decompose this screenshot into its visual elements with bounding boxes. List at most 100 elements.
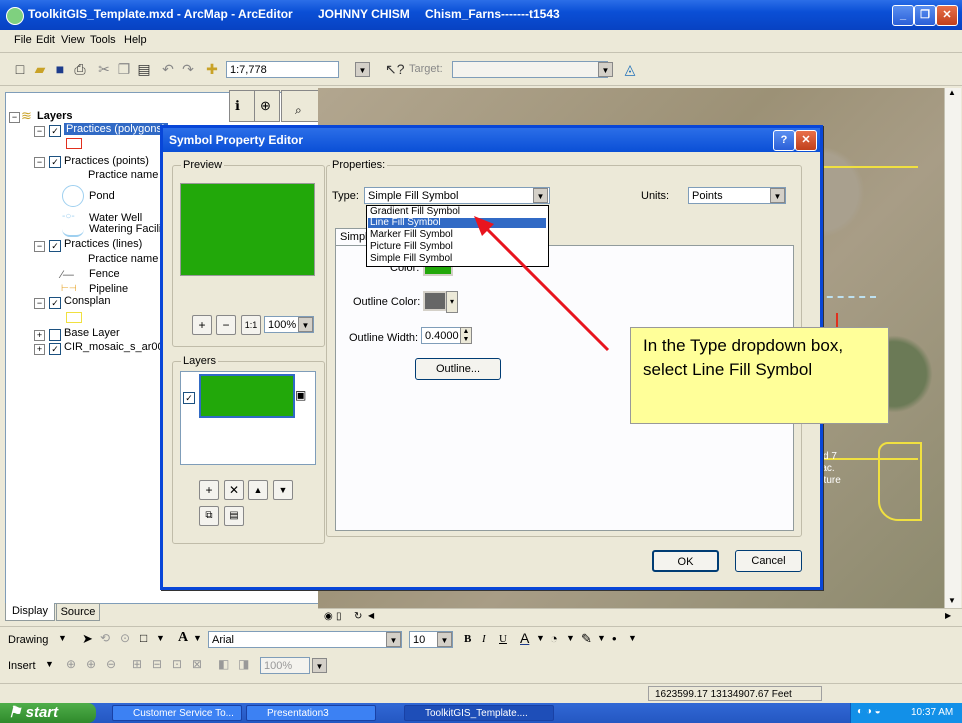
save-icon[interactable]: ■ bbox=[52, 61, 68, 77]
data-view-icon[interactable]: ◉ bbox=[324, 611, 333, 622]
move-layer-down-button[interactable]: ▼ bbox=[273, 480, 293, 500]
consplan-collapse-icon[interactable]: − bbox=[34, 298, 45, 309]
open-folder-icon[interactable]: ▰ bbox=[32, 61, 48, 77]
toc-item-practices-points[interactable]: Practices (points) bbox=[64, 155, 149, 167]
points-checkbox[interactable]: ✓ bbox=[49, 156, 61, 168]
editor-icon[interactable]: ◬ bbox=[622, 61, 638, 77]
print-icon[interactable]: ⎙ bbox=[72, 61, 88, 77]
layer-visible-checkbox[interactable]: ✓ bbox=[183, 392, 195, 404]
consplan-checkbox[interactable]: ✓ bbox=[49, 297, 61, 309]
previous-extent-icon[interactable]: ◧ bbox=[218, 657, 229, 671]
copy-layer-button[interactable]: ⧉ bbox=[199, 506, 219, 526]
cancel-button[interactable]: Cancel bbox=[735, 550, 802, 572]
points-collapse-icon[interactable]: − bbox=[34, 157, 45, 168]
layer-properties-icon[interactable]: ▣ bbox=[295, 388, 306, 402]
paste-icon[interactable]: ▤ bbox=[136, 61, 152, 77]
cir-mosaic-expand-icon[interactable]: + bbox=[34, 344, 45, 355]
font-size-arrow[interactable]: ▼ bbox=[437, 632, 452, 647]
preview-zoom-in-button[interactable]: + bbox=[192, 315, 212, 335]
outline-button[interactable]: Outline... bbox=[415, 358, 501, 380]
scroll-up-icon[interactable]: ▲ bbox=[948, 88, 956, 97]
layout-zoom-select[interactable]: 100% bbox=[260, 657, 310, 674]
task-presentation[interactable]: Presentation3 bbox=[246, 705, 376, 721]
delete-layer-button[interactable]: ✕ bbox=[224, 480, 244, 500]
target-select[interactable] bbox=[452, 61, 608, 78]
pipeline-symbol-icon[interactable]: ⊢⊣ bbox=[61, 283, 77, 294]
outline-width-input[interactable]: 0.4000 bbox=[421, 327, 461, 344]
line-color-icon[interactable]: ✎ bbox=[581, 631, 592, 647]
zoom-whole-page-icon[interactable]: ⊕ bbox=[66, 657, 76, 671]
pond-symbol-icon[interactable] bbox=[62, 185, 84, 207]
base-layer-expand-icon[interactable]: + bbox=[34, 330, 45, 341]
lines-collapse-icon[interactable]: − bbox=[34, 241, 45, 252]
move-layer-up-button[interactable]: ▲ bbox=[248, 480, 268, 500]
target-dropdown-arrow[interactable]: ▼ bbox=[598, 62, 613, 77]
toc-item-base-layer[interactable]: Base Layer bbox=[64, 327, 120, 339]
consplan-symbol-icon[interactable] bbox=[66, 312, 82, 323]
task-toolkitgis[interactable]: ToolkitGIS_Template.... bbox=[404, 705, 554, 721]
italic-button[interactable]: I bbox=[482, 633, 486, 645]
marker-color-icon[interactable]: • bbox=[612, 631, 617, 646]
rotate-icon[interactable]: ⟲ bbox=[100, 631, 110, 645]
scroll-down-icon[interactable]: ▼ bbox=[948, 596, 956, 605]
marker-color-arrow-icon[interactable]: ▼ bbox=[628, 633, 637, 643]
scroll-left-icon[interactable]: ◀ bbox=[368, 611, 374, 620]
zoom-in-icon[interactable]: ⊕ bbox=[260, 98, 271, 114]
font-dropdown-arrow[interactable]: ▼ bbox=[386, 632, 401, 647]
underline-button[interactable]: U bbox=[499, 633, 507, 645]
font-color-icon[interactable]: A bbox=[520, 630, 529, 646]
layer-swatch[interactable] bbox=[199, 374, 295, 418]
map-vertical-scrollbar[interactable]: ▲ ▼ bbox=[944, 88, 961, 608]
dialog-help-button[interactable]: ? bbox=[773, 130, 795, 151]
menu-edit[interactable]: Edit bbox=[36, 34, 55, 46]
magnifier-icon[interactable]: ⌕ bbox=[295, 103, 302, 118]
fill-color-icon[interactable]: ◔ bbox=[550, 631, 558, 646]
toc-item-cir-mosaic[interactable]: CIR_mosaic_s_ar00 bbox=[64, 341, 164, 353]
preview-zoom-arrow[interactable]: ▼ bbox=[298, 317, 313, 332]
menu-view[interactable]: View bbox=[61, 34, 85, 46]
next-extent-icon[interactable]: ◨ bbox=[238, 657, 249, 671]
tray-icons[interactable]: ◐ ◑ ◒ bbox=[857, 706, 881, 717]
zoom-page-icon[interactable]: ⊙ bbox=[120, 631, 130, 645]
whats-this-icon[interactable]: ↖? bbox=[385, 61, 405, 77]
rectangle-arrow-icon[interactable]: ▼ bbox=[156, 633, 165, 643]
polygons-checkbox[interactable]: ✓ bbox=[49, 125, 61, 137]
fixed-zoom-out-icon[interactable]: ⊟ bbox=[152, 657, 162, 671]
tab-source[interactable]: Source bbox=[56, 603, 100, 621]
close-button[interactable]: ✕ bbox=[936, 5, 958, 26]
full-extent-icon[interactable]: ⊡ bbox=[172, 657, 182, 671]
fence-symbol-icon[interactable]: ⁄— bbox=[61, 269, 74, 281]
drawing-menu-arrow-icon[interactable]: ▼ bbox=[58, 633, 67, 643]
preview-actual-size-button[interactable]: 1:1 bbox=[241, 315, 261, 335]
copy-icon[interactable]: ❐ bbox=[116, 61, 132, 77]
layers-list[interactable]: ✓ ▣ bbox=[180, 371, 316, 465]
base-layer-checkbox[interactable] bbox=[49, 329, 61, 341]
line-color-arrow-icon[interactable]: ▼ bbox=[597, 633, 606, 643]
outline-color-swatch[interactable] bbox=[423, 291, 447, 311]
cut-icon[interactable]: ✂ bbox=[96, 61, 112, 77]
type-select[interactable]: Simple Fill Symbol bbox=[364, 187, 550, 204]
new-document-icon[interactable]: □ bbox=[12, 61, 28, 77]
toc-item-practices-lines[interactable]: Practices (lines) bbox=[64, 238, 142, 250]
zoom-out-page-icon[interactable]: ⊖ bbox=[106, 657, 116, 671]
add-data-icon[interactable]: ✚ bbox=[204, 61, 220, 77]
fill-color-arrow-icon[interactable]: ▼ bbox=[566, 633, 575, 643]
layout-view-icon[interactable]: ▯ bbox=[336, 611, 342, 622]
font-color-arrow-icon[interactable]: ▼ bbox=[536, 633, 545, 643]
map-horizontal-scrollbar[interactable]: ◉ ▯ ↻ ◀ ▶ bbox=[318, 608, 962, 626]
tab-display[interactable]: Display bbox=[5, 603, 55, 621]
zoom-in-page-icon[interactable]: ⊕ bbox=[86, 657, 96, 671]
scroll-right-icon[interactable]: ▶ bbox=[945, 611, 951, 620]
select-elements-icon[interactable]: ➤ bbox=[82, 631, 93, 647]
identify-icon[interactable]: ℹ bbox=[235, 98, 240, 114]
font-select[interactable]: Arial bbox=[208, 631, 402, 648]
polygon-symbol-icon[interactable] bbox=[66, 138, 82, 149]
add-layer-button[interactable]: + bbox=[199, 480, 219, 500]
watering-facility-symbol-icon[interactable] bbox=[62, 227, 84, 237]
zoom-100-icon[interactable]: ⊠ bbox=[192, 657, 202, 671]
start-button[interactable]: ⚑ start bbox=[0, 703, 96, 723]
restore-button[interactable]: ❐ bbox=[914, 5, 936, 26]
fixed-zoom-in-icon[interactable]: ⊞ bbox=[132, 657, 142, 671]
scale-input[interactable]: 1:7,778 bbox=[226, 61, 339, 78]
cir-mosaic-checkbox[interactable]: ✓ bbox=[49, 343, 61, 355]
